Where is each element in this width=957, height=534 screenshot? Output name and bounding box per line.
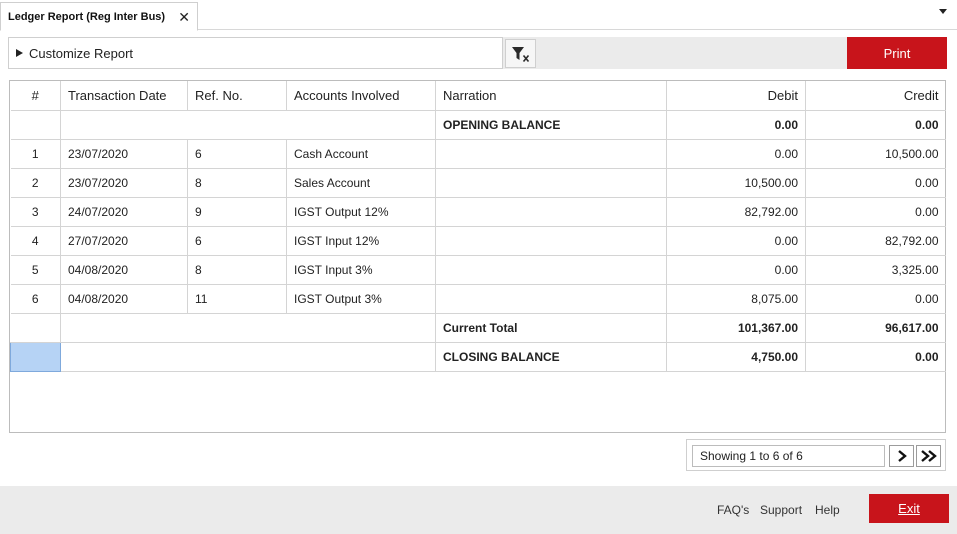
narration bbox=[435, 139, 667, 169]
narration bbox=[435, 255, 667, 285]
debit-amount: 8,075.00 bbox=[666, 284, 806, 314]
opening-balance-label: OPENING BALANCE bbox=[435, 110, 667, 140]
customize-report-label: Customize Report bbox=[29, 45, 134, 61]
row-index: 1 bbox=[10, 139, 61, 169]
column-header-narration[interactable]: Narration bbox=[435, 81, 667, 111]
account-involved: IGST Output 3% bbox=[286, 284, 436, 314]
footer-bar: FAQ's Support Help Exit bbox=[0, 486, 957, 534]
closing-debit: 4,750.00 bbox=[666, 342, 806, 372]
pagination: Showing 1 to 6 of 6 bbox=[686, 439, 946, 471]
table-row[interactable]: 1 23/07/2020 6 Cash Account 0.00 10,500.… bbox=[10, 139, 946, 169]
debit-amount: 0.00 bbox=[666, 226, 806, 256]
next-page-button[interactable] bbox=[889, 445, 914, 467]
account-involved: Cash Account bbox=[286, 139, 436, 169]
transaction-date: 04/08/2020 bbox=[60, 255, 188, 285]
column-header-accounts[interactable]: Accounts Involved bbox=[286, 81, 436, 111]
print-button[interactable]: Print bbox=[847, 37, 947, 69]
current-total-credit: 96,617.00 bbox=[805, 313, 946, 343]
credit-amount: 0.00 bbox=[805, 197, 946, 227]
credit-amount: 0.00 bbox=[805, 168, 946, 198]
transaction-date: 24/07/2020 bbox=[60, 197, 188, 227]
close-icon[interactable]: ✕ bbox=[178, 9, 190, 26]
table-row[interactable]: 2 23/07/2020 8 Sales Account 10,500.00 0… bbox=[10, 168, 946, 198]
closing-spacer-cell bbox=[60, 342, 436, 372]
opening-credit: 0.00 bbox=[805, 110, 946, 140]
row-index: 4 bbox=[10, 226, 61, 256]
row-index: 5 bbox=[10, 255, 61, 285]
current-total-debit: 101,367.00 bbox=[666, 313, 806, 343]
credit-amount: 82,792.00 bbox=[805, 226, 946, 256]
clear-filter-button[interactable] bbox=[505, 39, 536, 68]
clear-filter-icon bbox=[511, 46, 529, 62]
ref-no: 8 bbox=[187, 168, 287, 198]
ledger-table: # Transaction Date Ref. No. Accounts Inv… bbox=[10, 81, 946, 372]
ledger-grid: # Transaction Date Ref. No. Accounts Inv… bbox=[9, 80, 946, 433]
exit-button[interactable]: Exit bbox=[869, 494, 949, 523]
ref-no: 11 bbox=[187, 284, 287, 314]
account-involved: IGST Input 12% bbox=[286, 226, 436, 256]
transaction-date: 23/07/2020 bbox=[60, 139, 188, 169]
narration bbox=[435, 197, 667, 227]
account-involved: IGST Output 12% bbox=[286, 197, 436, 227]
narration bbox=[435, 168, 667, 198]
opening-debit: 0.00 bbox=[666, 110, 806, 140]
debit-amount: 82,792.00 bbox=[666, 197, 806, 227]
row-index: 6 bbox=[10, 284, 61, 314]
column-header-debit[interactable]: Debit bbox=[666, 81, 806, 111]
transaction-date: 23/07/2020 bbox=[60, 168, 188, 198]
current-total-row[interactable]: Current Total 101,367.00 96,617.00 bbox=[10, 313, 946, 343]
opening-index-cell bbox=[10, 110, 61, 140]
debit-amount: 0.00 bbox=[666, 139, 806, 169]
last-page-icon bbox=[920, 450, 937, 462]
dropdown-caret-icon[interactable] bbox=[939, 9, 947, 14]
credit-amount: 0.00 bbox=[805, 284, 946, 314]
closing-credit: 0.00 bbox=[805, 342, 946, 372]
report-toolbar: Customize Report Print bbox=[8, 37, 947, 69]
table-row[interactable]: 3 24/07/2020 9 IGST Output 12% 82,792.00… bbox=[10, 197, 946, 227]
transaction-date: 04/08/2020 bbox=[60, 284, 188, 314]
ref-no: 8 bbox=[187, 255, 287, 285]
credit-amount: 3,325.00 bbox=[805, 255, 946, 285]
expand-arrow-icon bbox=[16, 49, 23, 57]
tab-strip: Ledger Report (Reg Inter Bus) ✕ bbox=[0, 0, 957, 31]
row-index: 3 bbox=[10, 197, 61, 227]
ref-no: 6 bbox=[187, 226, 287, 256]
next-page-icon bbox=[897, 450, 907, 462]
table-row[interactable]: 6 04/08/2020 11 IGST Output 3% 8,075.00 … bbox=[10, 284, 946, 314]
opening-spacer-cell bbox=[60, 110, 436, 140]
row-index: 2 bbox=[10, 168, 61, 198]
selected-cell[interactable] bbox=[10, 341, 61, 372]
narration bbox=[435, 226, 667, 256]
ref-no: 6 bbox=[187, 139, 287, 169]
help-link[interactable]: Help bbox=[815, 503, 840, 517]
closing-balance-label: CLOSING BALANCE bbox=[435, 342, 667, 372]
column-header-date[interactable]: Transaction Date bbox=[60, 81, 188, 111]
faq-link[interactable]: FAQ's bbox=[717, 503, 749, 517]
account-involved: Sales Account bbox=[286, 168, 436, 198]
column-header-index[interactable]: # bbox=[10, 81, 61, 111]
table-row[interactable]: 4 27/07/2020 6 IGST Input 12% 0.00 82,79… bbox=[10, 226, 946, 256]
table-row[interactable]: 5 04/08/2020 8 IGST Input 3% 0.00 3,325.… bbox=[10, 255, 946, 285]
column-header-credit[interactable]: Credit bbox=[805, 81, 946, 111]
total-index-cell bbox=[10, 313, 61, 343]
table-header-row: # Transaction Date Ref. No. Accounts Inv… bbox=[10, 81, 946, 111]
transaction-date: 27/07/2020 bbox=[60, 226, 188, 256]
account-involved: IGST Input 3% bbox=[286, 255, 436, 285]
pagination-info: Showing 1 to 6 of 6 bbox=[692, 445, 885, 467]
tab-ledger-report[interactable]: Ledger Report (Reg Inter Bus) ✕ bbox=[0, 2, 198, 31]
opening-balance-row[interactable]: OPENING BALANCE 0.00 0.00 bbox=[10, 110, 946, 140]
debit-amount: 10,500.00 bbox=[666, 168, 806, 198]
total-spacer-cell bbox=[60, 313, 436, 343]
customize-report-toggle[interactable]: Customize Report bbox=[8, 37, 503, 69]
last-page-button[interactable] bbox=[916, 445, 941, 467]
closing-balance-row[interactable]: CLOSING BALANCE 4,750.00 0.00 bbox=[10, 341, 946, 372]
narration bbox=[435, 284, 667, 314]
ref-no: 9 bbox=[187, 197, 287, 227]
debit-amount: 0.00 bbox=[666, 255, 806, 285]
credit-amount: 10,500.00 bbox=[805, 139, 946, 169]
tab-title: Ledger Report (Reg Inter Bus) bbox=[8, 10, 166, 23]
current-total-label: Current Total bbox=[435, 313, 667, 343]
support-link[interactable]: Support bbox=[760, 503, 802, 517]
column-header-ref[interactable]: Ref. No. bbox=[187, 81, 287, 111]
